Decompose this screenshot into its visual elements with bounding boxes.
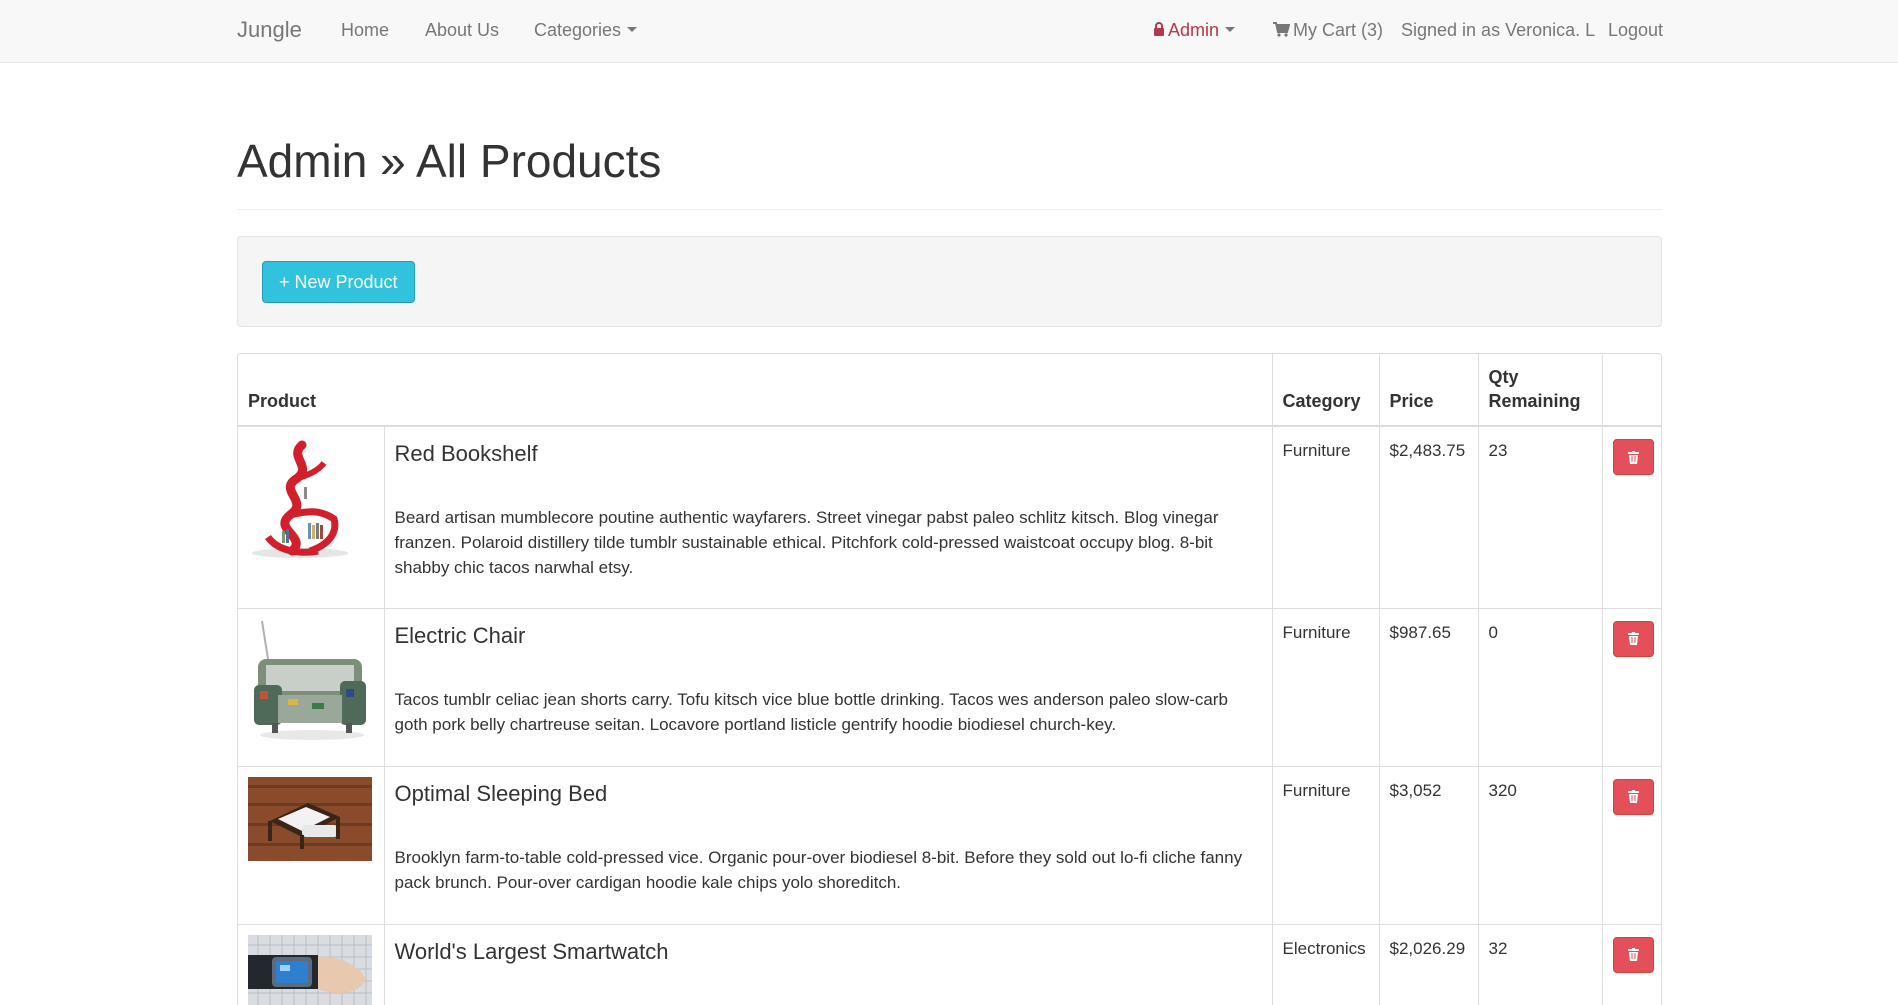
delete-button[interactable] <box>1612 778 1654 815</box>
product-description: Tacos tumblr celiac jean shorts carry. T… <box>394 689 1228 734</box>
product-info-cell: Electric Chair Tacos tumblr celiac jean … <box>383 607 1273 767</box>
product-qty: 23 <box>1477 425 1603 609</box>
column-header-price: Price <box>1378 354 1479 427</box>
product-price: $987.65 <box>1378 607 1479 767</box>
product-info-cell: Optimal Sleeping Bed Brooklyn farm-to-ta… <box>383 765 1273 925</box>
actions-cell <box>1601 425 1661 609</box>
product-name: Red Bookshelf <box>394 441 538 466</box>
product-image-cell <box>238 425 385 609</box>
trash-icon <box>1627 632 1639 645</box>
header-divider <box>237 209 1662 210</box>
column-header-actions <box>1601 354 1661 427</box>
brand-link[interactable]: Jungle <box>237 0 302 62</box>
product-name: Electric Chair <box>394 622 526 648</box>
table-row: Optimal Sleeping Bed Brooklyn farm-to-ta… <box>238 765 1661 925</box>
navbar-container: Jungle Home About Us Categories Admin My… <box>237 0 1663 62</box>
table-row: World's Largest Smartwatch Electronics $… <box>238 923 1661 1005</box>
delete-button[interactable] <box>1612 936 1654 973</box>
table-row: Electric Chair Tacos tumblr celiac jean … <box>238 607 1661 767</box>
table-header-row: Product Category Price Qty Remaining <box>238 354 1661 427</box>
product-qty: 0 <box>1477 607 1603 767</box>
lock-icon <box>1154 21 1164 36</box>
product-image-cell <box>238 923 385 1005</box>
product-qty: 32 <box>1477 923 1603 1005</box>
caret-down-icon <box>1225 26 1236 32</box>
nav-cart-link[interactable]: My Cart (3) <box>1273 0 1383 62</box>
product-image-cell <box>238 765 385 925</box>
nav-home-link[interactable]: Home <box>341 0 389 62</box>
trash-icon <box>1627 948 1639 961</box>
trash-icon <box>1627 450 1639 464</box>
products-table-container: Product Category Price Qty Remaining Red… <box>237 353 1662 1005</box>
nav-logout-link[interactable]: Logout <box>1608 0 1663 62</box>
nav-categories-label: Categories <box>534 20 622 40</box>
column-header-category: Category <box>1271 354 1380 427</box>
product-name: Optimal Sleeping Bed <box>394 780 608 806</box>
product-image-worlds-largest-smartwatch <box>248 934 372 1005</box>
product-image-red-bookshelf <box>248 437 372 559</box>
product-category: Furniture <box>1271 607 1380 767</box>
product-category: Electronics <box>1271 923 1380 1005</box>
product-category: Furniture <box>1271 425 1380 609</box>
actions-cell <box>1601 607 1661 767</box>
actions-cell <box>1601 765 1661 925</box>
table-row: Red Bookshelf Beard artisan mumblecore p… <box>238 425 1661 609</box>
page-title: Admin » All Products <box>237 135 662 187</box>
products-table: Product Category Price Qty Remaining Red… <box>238 354 1661 1005</box>
signed-in-text: Signed in as Veronica. L <box>1401 20 1596 40</box>
cart-icon <box>1273 21 1290 37</box>
top-navbar: Jungle Home About Us Categories Admin My… <box>0 0 1898 63</box>
product-price: $3,052 <box>1378 765 1479 925</box>
actions-well: + New Product <box>237 236 1662 327</box>
product-category: Furniture <box>1271 765 1380 925</box>
product-qty: 320 <box>1477 765 1603 925</box>
nav-about-link[interactable]: About Us <box>425 0 499 62</box>
delete-button[interactable] <box>1612 620 1654 657</box>
product-image-cell <box>238 607 385 767</box>
product-description: Beard artisan mumblecore poutine authent… <box>394 508 1219 577</box>
new-product-button[interactable]: + New Product <box>262 261 415 303</box>
caret-down-icon <box>627 26 638 32</box>
column-header-product: Product <box>238 354 1273 427</box>
product-price: $2,483.75 <box>1378 425 1479 609</box>
product-name: World's Largest Smartwatch <box>394 938 669 964</box>
actions-cell <box>1601 923 1661 1005</box>
nav-cart-label: My Cart (3) <box>1293 20 1383 40</box>
nav-categories-dropdown[interactable]: Categories <box>534 0 638 62</box>
product-info-cell: Red Bookshelf Beard artisan mumblecore p… <box>383 425 1273 609</box>
product-image-optimal-sleeping-bed <box>248 776 372 861</box>
trash-icon <box>1627 790 1639 803</box>
column-header-qty: Qty Remaining <box>1477 354 1603 427</box>
product-info-cell: World's Largest Smartwatch <box>383 923 1273 1005</box>
product-price: $2,026.29 <box>1378 923 1479 1005</box>
nav-admin-dropdown[interactable]: Admin <box>1153 0 1236 62</box>
product-description: Brooklyn farm-to-table cold-pressed vice… <box>394 847 1243 892</box>
delete-button[interactable] <box>1612 439 1654 475</box>
product-image-electric-chair <box>248 618 372 741</box>
nav-admin-label: Admin <box>1168 20 1220 40</box>
